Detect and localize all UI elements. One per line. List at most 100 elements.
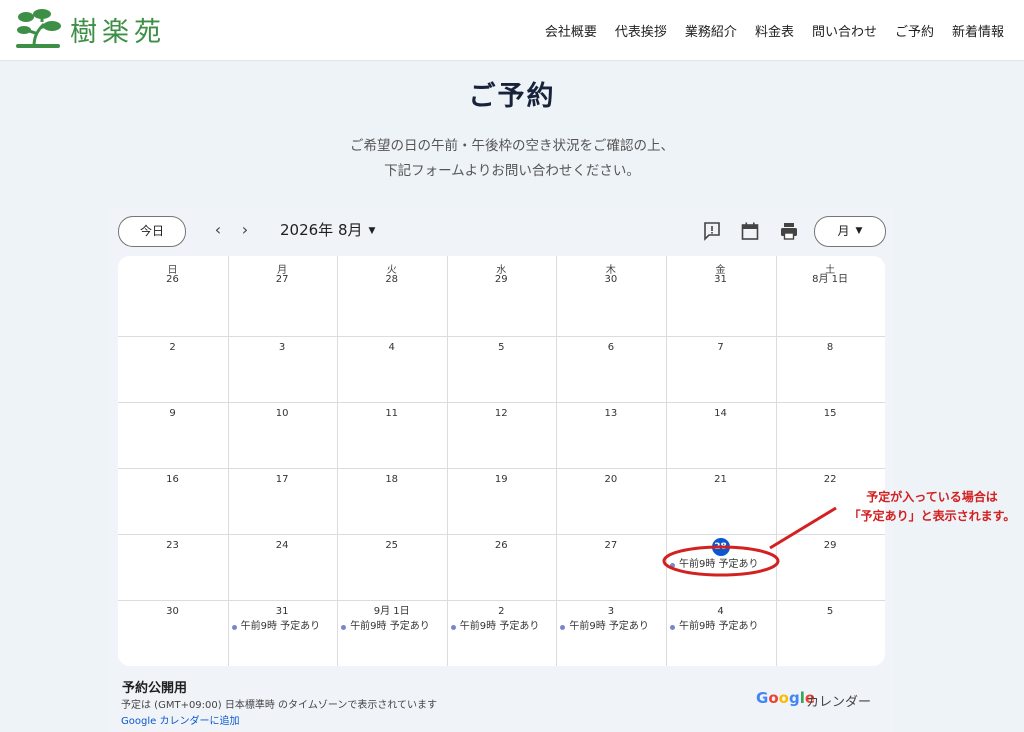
day-number[interactable]: 30	[153, 604, 193, 620]
day-number[interactable]: 31	[701, 272, 741, 288]
day-number[interactable]: 3	[591, 604, 631, 620]
day-number[interactable]: 4	[372, 340, 412, 356]
day-cell[interactable]: 10	[228, 406, 337, 466]
day-number[interactable]: 20	[591, 472, 631, 488]
day-cell[interactable]: 14	[666, 406, 775, 466]
day-cell[interactable]: 13	[556, 406, 665, 466]
day-number[interactable]: 26	[481, 538, 521, 554]
event-chip[interactable]: 午前9時 予定あり	[670, 558, 759, 572]
day-number[interactable]: 11	[372, 406, 412, 422]
day-cell[interactable]: 6	[556, 340, 665, 400]
day-cell[interactable]: 28 午前9時 予定あり	[666, 538, 775, 598]
day-cell[interactable]: 29	[776, 538, 885, 598]
day-number[interactable]: 5	[810, 604, 850, 620]
day-number[interactable]: 18	[372, 472, 412, 488]
day-cell[interactable]: 3 午前9時 予定あり	[556, 604, 665, 664]
day-number[interactable]: 29	[481, 272, 521, 288]
day-cell[interactable]: 15	[776, 406, 885, 466]
chevron-left-icon[interactable]: ‹	[206, 217, 230, 243]
view-selector[interactable]: 月 ▼	[814, 216, 886, 247]
day-cell[interactable]: 26	[118, 272, 227, 332]
day-cell[interactable]: 16	[118, 472, 227, 532]
day-cell[interactable]: 4	[337, 340, 446, 400]
day-cell[interactable]: 9	[118, 406, 227, 466]
day-number[interactable]: 6	[591, 340, 631, 356]
today-button[interactable]: 今日	[118, 216, 186, 247]
day-number[interactable]: 8月 1日	[810, 272, 850, 288]
day-cell[interactable]: 20	[556, 472, 665, 532]
day-number[interactable]: 26	[153, 272, 193, 288]
day-cell[interactable]: 8	[776, 340, 885, 400]
day-cell[interactable]: 27	[228, 272, 337, 332]
day-number[interactable]: 4	[701, 604, 741, 620]
day-cell[interactable]: 27	[556, 538, 665, 598]
event-chip[interactable]: 午前9時 予定あり	[341, 620, 430, 634]
calendar-icon[interactable]	[739, 220, 761, 242]
event-chip[interactable]: 午前9時 予定あり	[450, 620, 539, 634]
day-number[interactable]: 21	[701, 472, 741, 488]
day-number[interactable]: 17	[262, 472, 302, 488]
day-number[interactable]: 13	[591, 406, 631, 422]
day-cell[interactable]: 2 午前9時 予定あり	[447, 604, 556, 664]
day-cell[interactable]: 26	[447, 538, 556, 598]
day-cell[interactable]: 25	[337, 538, 446, 598]
day-cell[interactable]: 31	[666, 272, 775, 332]
day-cell[interactable]: 21	[666, 472, 775, 532]
event-chip[interactable]: 午前9時 予定あり	[560, 620, 649, 634]
day-cell[interactable]: 31 午前9時 予定あり	[228, 604, 337, 664]
nav-item-pricing[interactable]: 料金表	[755, 21, 794, 40]
day-number[interactable]: 25	[372, 538, 412, 554]
day-cell[interactable]: 9月 1日 午前9時 予定あり	[337, 604, 446, 664]
day-cell[interactable]: 30	[556, 272, 665, 332]
add-to-google-calendar-link[interactable]: Google カレンダーに追加	[121, 712, 239, 727]
day-number[interactable]: 27	[262, 272, 302, 288]
day-cell[interactable]: 24	[228, 538, 337, 598]
day-number[interactable]: 19	[481, 472, 521, 488]
day-number[interactable]: 7	[701, 340, 741, 356]
nav-item-news[interactable]: 新着情報	[952, 21, 1004, 40]
day-number[interactable]: 2	[481, 604, 521, 620]
day-number[interactable]: 16	[153, 472, 193, 488]
day-number[interactable]: 15	[810, 406, 850, 422]
day-number[interactable]: 28	[372, 272, 412, 288]
day-number[interactable]: 3	[262, 340, 302, 356]
day-cell[interactable]: 29	[447, 272, 556, 332]
day-number[interactable]: 8	[810, 340, 850, 356]
day-number[interactable]: 14	[701, 406, 741, 422]
month-selector[interactable]: 2026年 8月 ▼	[280, 219, 375, 240]
day-number[interactable]: 22	[810, 472, 850, 488]
day-number[interactable]: 24	[262, 538, 302, 554]
day-cell[interactable]: 8月 1日	[776, 272, 885, 332]
day-cell[interactable]: 17	[228, 472, 337, 532]
day-cell[interactable]: 12	[447, 406, 556, 466]
day-cell[interactable]: 3	[228, 340, 337, 400]
day-cell[interactable]: 11	[337, 406, 446, 466]
feedback-icon[interactable]	[701, 220, 723, 242]
nav-item-reservation[interactable]: ご予約	[895, 21, 934, 40]
day-number[interactable]: 30	[591, 272, 631, 288]
day-number[interactable]: 23	[153, 538, 193, 554]
nav-item-greeting[interactable]: 代表挨拶	[615, 21, 667, 40]
day-cell[interactable]: 4 午前9時 予定あり	[666, 604, 775, 664]
day-cell[interactable]: 23	[118, 538, 227, 598]
day-cell[interactable]: 28	[337, 272, 446, 332]
day-number[interactable]: 9月 1日	[372, 604, 412, 620]
day-number[interactable]: 9	[153, 406, 193, 422]
event-chip[interactable]: 午前9時 予定あり	[670, 620, 759, 634]
day-cell[interactable]: 18	[337, 472, 446, 532]
chevron-right-icon[interactable]: ›	[233, 217, 257, 243]
today-date-badge[interactable]: 28	[711, 538, 730, 556]
day-number[interactable]: 31	[262, 604, 302, 620]
nav-item-company[interactable]: 会社概要	[545, 21, 597, 40]
day-cell[interactable]: 2	[118, 340, 227, 400]
day-number[interactable]: 29	[810, 538, 850, 554]
event-chip[interactable]: 午前9時 予定あり	[231, 620, 320, 634]
print-icon[interactable]	[778, 220, 800, 242]
day-cell[interactable]: 7	[666, 340, 775, 400]
site-logo[interactable]: 樹楽苑	[12, 6, 166, 50]
nav-item-contact[interactable]: 問い合わせ	[812, 21, 877, 40]
day-number[interactable]: 27	[591, 538, 631, 554]
day-number[interactable]: 5	[481, 340, 521, 356]
nav-item-services[interactable]: 業務紹介	[685, 21, 737, 40]
day-number[interactable]: 12	[481, 406, 521, 422]
